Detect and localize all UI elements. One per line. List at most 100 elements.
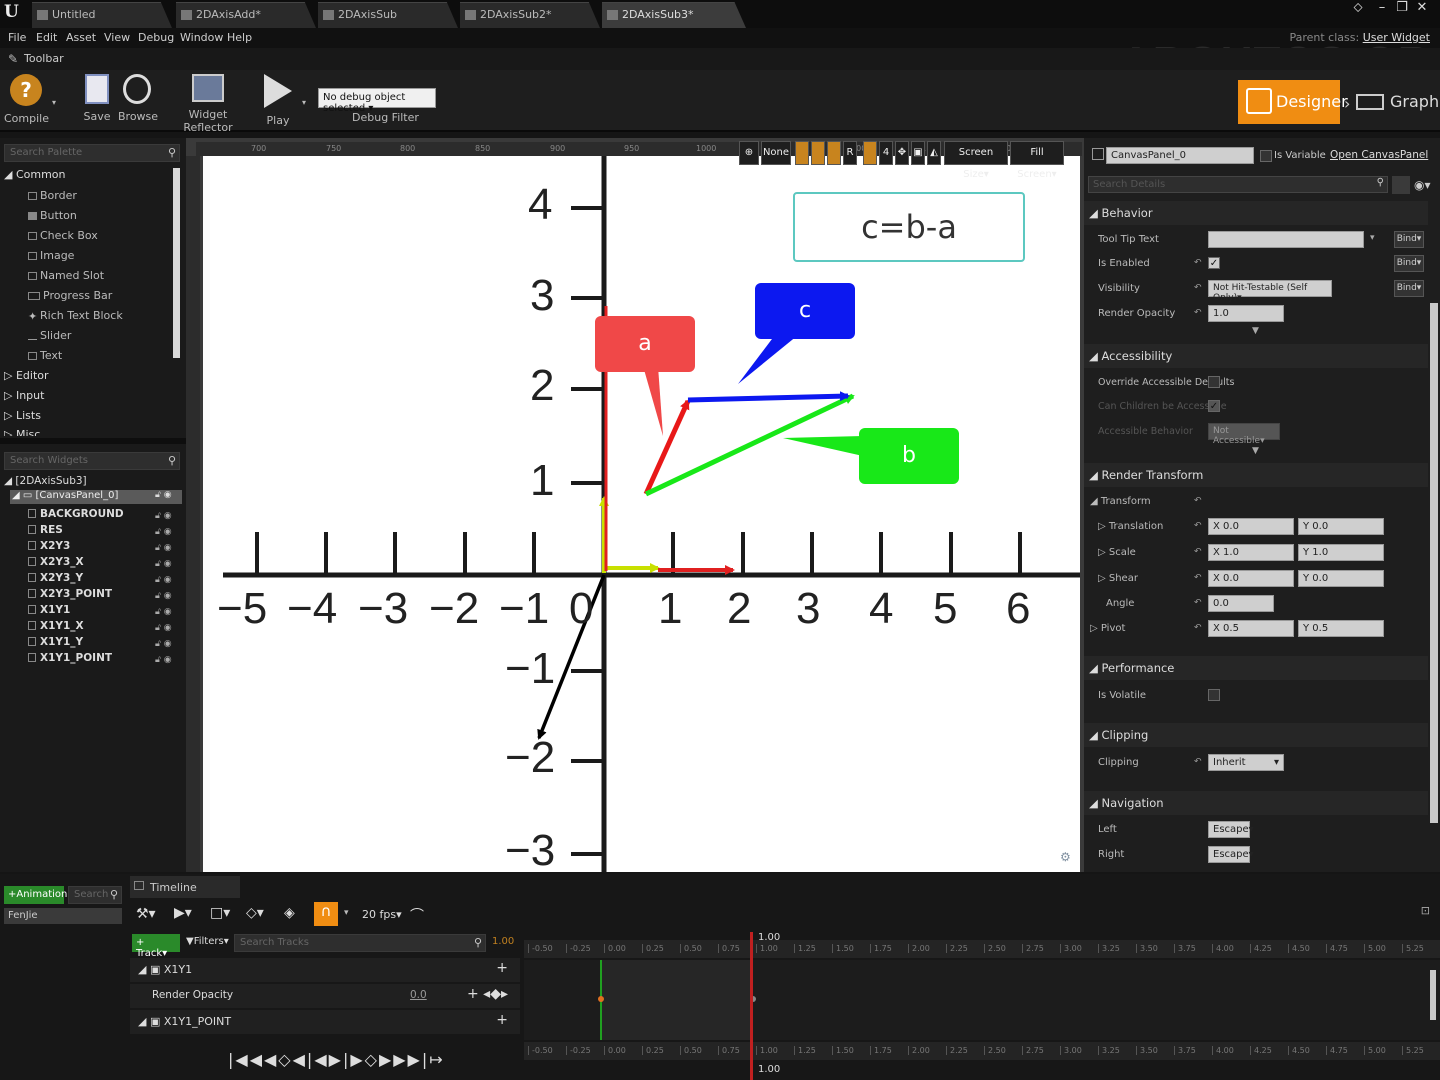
designer-viewport[interactable]: 700 750 800 850 900 950 1000 1050 1100 1…	[186, 138, 1084, 872]
selection-icon[interactable]: □▾	[210, 905, 230, 921]
visibility-dropdown[interactable]: Not Hit-Testable (Self Only)▾	[1208, 280, 1332, 303]
menu-view[interactable]: View	[104, 31, 130, 44]
step-back-icon[interactable]: ◀|	[293, 1050, 315, 1069]
timeline-tab[interactable]: Timeline	[130, 876, 240, 898]
transform-tool-icon[interactable]: ⚒▾	[136, 906, 156, 922]
add-key-icon[interactable]: + ◂◆▸	[467, 986, 508, 1002]
respect-lock-icon[interactable]	[811, 141, 825, 165]
expand-advanced-icon[interactable]: ▼	[1252, 446, 1259, 456]
snap-magnet-icon[interactable]: ∩	[314, 902, 338, 926]
reset-arrow-icon[interactable]: ↶	[1194, 496, 1202, 506]
reset-arrow-icon[interactable]: ↶	[1194, 623, 1202, 633]
filters-dropdown[interactable]: ▼Filters▾	[186, 936, 229, 947]
reset-arrow-icon[interactable]: ↶	[1194, 521, 1202, 531]
track-row-x1y1-point[interactable]: ◢ ▣ X1Y1_POINT +	[130, 1010, 520, 1034]
eye-icon[interactable]: ◉▾	[1414, 178, 1431, 192]
compile-options-arrow-icon[interactable]: ▾	[52, 98, 56, 107]
is-volatile-checkbox[interactable]	[1208, 689, 1220, 701]
jump-to-start-icon[interactable]: |◀◀	[228, 1050, 264, 1069]
none-preview-button[interactable]: None	[761, 141, 791, 165]
loop-icon[interactable]: ↦	[429, 1050, 444, 1069]
fill-screen-dropdown[interactable]: Fill Screen▾	[1010, 141, 1064, 180]
section-clipping[interactable]: ◢ Clipping	[1084, 723, 1428, 747]
add-track-icon[interactable]: +	[496, 1012, 508, 1028]
fps-dropdown[interactable]: 20 fps▾	[362, 908, 402, 921]
add-track-button[interactable]: + Track▾	[132, 934, 180, 959]
hierarchy-item-x1y1-y[interactable]: X1Y1_Y	[28, 636, 83, 648]
section-render-transform[interactable]: ◢ Render Transform	[1084, 463, 1428, 487]
menu-window[interactable]: Window	[180, 31, 223, 44]
animation-search-input[interactable]: Search ⚲	[68, 886, 122, 904]
section-accessibility[interactable]: ◢ Accessibility	[1084, 344, 1428, 368]
tab-2daxissub2[interactable]: 2DAxisSub2*	[460, 2, 600, 28]
clipping-dropdown[interactable]: Inherit ▾	[1208, 754, 1284, 771]
tab-2daxissub[interactable]: 2DAxisSub	[318, 2, 458, 28]
lock-preview-icon[interactable]	[795, 141, 809, 165]
palette-category-misc[interactable]: ▷ Misc	[4, 428, 40, 436]
section-performance[interactable]: ◢ Performance	[1084, 656, 1428, 680]
render-opacity-field[interactable]: 1.0	[1208, 305, 1284, 322]
hierarchy-search-input[interactable]: Search Widgets ⚲	[4, 452, 180, 470]
section-navigation[interactable]: ◢ Navigation	[1084, 791, 1428, 815]
hierarchy-item-x2y3-point[interactable]: X2Y3_POINT	[28, 588, 112, 600]
enabled-bind-button[interactable]: Bind▾	[1394, 255, 1424, 272]
time-ruler-top[interactable]: -0.50 -0.25 0.00 0.25 0.50 0.75 1.00 1.25 1.50 1.…	[524, 940, 1440, 958]
widget-name-field[interactable]: CanvasPanel_0	[1106, 147, 1254, 164]
palette-category-lists[interactable]: ▷ Lists	[4, 409, 41, 422]
close-icon[interactable]: ✕	[1414, 1, 1430, 15]
next-key-icon[interactable]: ◇▶	[365, 1050, 394, 1069]
hierarchy-item-x1y1[interactable]: X1Y1	[28, 604, 70, 616]
key-icon[interactable]: ◇▾	[246, 905, 264, 921]
widget-reflector-button[interactable]: Widget Reflector	[170, 74, 246, 134]
add-animation-button[interactable]: +Animation	[4, 886, 67, 904]
tooltip-field[interactable]	[1208, 231, 1364, 248]
open-canvaspanel-link[interactable]: Open CanvasPanel	[1330, 149, 1428, 161]
play-button[interactable]: Play	[260, 74, 296, 130]
save-button[interactable]: Save	[82, 74, 112, 130]
hierarchy-item-x1y1-point[interactable]: X1Y1_POINT	[28, 652, 112, 664]
menu-debug[interactable]: Debug	[138, 31, 174, 44]
palette-item-progress-bar[interactable]: Progress Bar	[28, 289, 112, 302]
transform-icon[interactable]: ✥	[895, 141, 909, 165]
keyframe-start-icon[interactable]	[598, 996, 604, 1002]
tooltip-bind-button[interactable]: Bind▾	[1394, 231, 1424, 248]
screen-size-dropdown[interactable]: Screen Size▾	[944, 141, 1008, 180]
graph-mode-button[interactable]: Graph	[1356, 80, 1439, 124]
nav-left-dropdown[interactable]: Escape▾	[1208, 821, 1254, 838]
timeline-scrollbar[interactable]	[1430, 970, 1436, 1020]
translation-y-field[interactable]: Y 0.0	[1298, 518, 1384, 535]
grid-snap-icon[interactable]	[863, 141, 877, 165]
animation-list-item[interactable]: FenJie	[4, 908, 122, 924]
previous-key-icon[interactable]: ◀◇	[264, 1050, 293, 1069]
widget-stage[interactable]: −5 −4 −3 −2 −1 0 1 2 3 4 5 6 4 3 2 1 −1 …	[203, 156, 1080, 872]
pivot-x-field[interactable]: X 0.5	[1208, 620, 1294, 637]
reset-arrow-icon[interactable]: ↶	[1194, 757, 1202, 767]
shear-y-field[interactable]: Y 0.0	[1298, 570, 1384, 587]
play-options-icon[interactable]: ▶▾	[174, 905, 192, 921]
lock-icon[interactable]: 🔓︎ ◉	[155, 490, 172, 500]
palette-item-check-box[interactable]: Check Box	[28, 229, 98, 242]
tab-2daxisadd[interactable]: 2DAxisAdd*	[176, 2, 316, 28]
hierarchy-item-x1y1-x[interactable]: X1Y1_X	[28, 620, 84, 632]
hierarchy-item-x2y3-x[interactable]: X2Y3_X	[28, 556, 84, 568]
palette-scrollbar[interactable]	[173, 168, 180, 358]
reset-arrow-icon[interactable]: ↶	[1194, 258, 1202, 268]
palette-item-border[interactable]: Border	[28, 189, 77, 202]
expand-advanced-icon[interactable]: ▼	[1252, 326, 1259, 336]
track-row-render-opacity[interactable]: Render Opacity 0.0 + ◂◆▸	[130, 984, 520, 1008]
tab-2daxissub3[interactable]: 2DAxisSub3*	[602, 2, 746, 28]
section-behavior[interactable]: ◢ Behavior	[1084, 201, 1428, 225]
hierarchy-item-x2y3-y[interactable]: X2Y3_Y	[28, 572, 83, 584]
dpi-scale-icon[interactable]: ⚙	[1060, 850, 1071, 864]
is-variable-checkbox[interactable]	[1260, 150, 1272, 162]
hierarchy-root[interactable]: ◢ [2DAxisSub3]	[4, 475, 87, 487]
layout-icon[interactable]	[827, 141, 841, 165]
play-forward-icon[interactable]: ▶	[329, 1050, 343, 1069]
tab-untitled[interactable]: Untitled	[32, 2, 172, 28]
palette-item-image[interactable]: Image	[28, 249, 74, 262]
outline-icon[interactable]: ◭	[927, 141, 941, 165]
tooltip-dropdown-icon[interactable]: ▾	[1370, 233, 1375, 243]
override-accessible-checkbox[interactable]	[1208, 376, 1220, 388]
palette-item-slider[interactable]: Slider	[28, 329, 71, 342]
compile-button[interactable]: ? Compile	[4, 74, 49, 130]
